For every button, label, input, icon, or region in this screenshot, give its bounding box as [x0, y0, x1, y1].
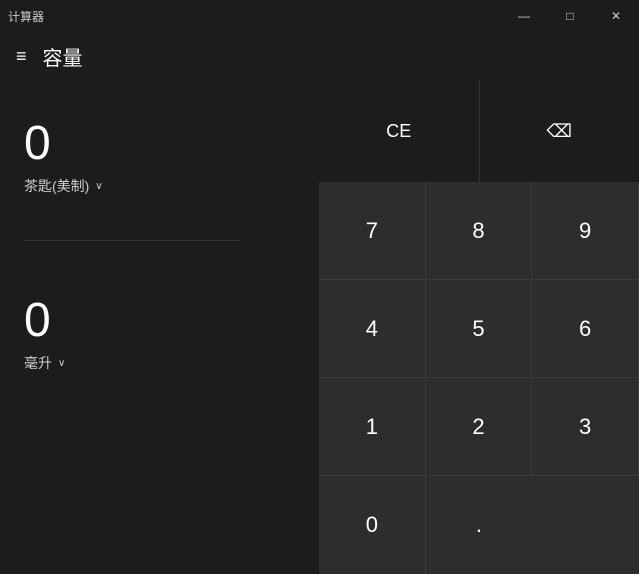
key-9[interactable]: 9 [532, 182, 639, 280]
hamburger-icon[interactable]: ≡ [16, 46, 27, 67]
minimize-button[interactable]: — [501, 0, 547, 32]
output-unit-chevron: ∨ [58, 358, 65, 369]
key-1[interactable]: 1 [319, 378, 426, 476]
key-dot[interactable]: . [426, 476, 533, 574]
title-bar-left: 计算器 [8, 8, 44, 25]
action-row: CE ⌫ [319, 80, 639, 182]
title-bar-controls: — □ ✕ [501, 0, 639, 32]
input-section: 0 茶匙(美制) ∨ [24, 120, 295, 236]
divider [24, 240, 241, 241]
input-unit-chevron: ∨ [95, 181, 102, 192]
main-content: 0 茶匙(美制) ∨ 0 毫升 ∨ CE ⌫ 7 8 9 [0, 80, 639, 574]
numpad: 7 8 9 4 5 6 1 2 3 0 . [319, 182, 639, 574]
key-8[interactable]: 8 [426, 182, 533, 280]
app-header: ≡ 容量 [0, 32, 639, 80]
left-panel: 0 茶匙(美制) ∨ 0 毫升 ∨ [0, 80, 319, 574]
backspace-icon: ⌫ [547, 121, 572, 142]
app-title-bar: 计算器 [8, 8, 44, 25]
key-5[interactable]: 5 [426, 280, 533, 378]
output-unit-selector[interactable]: 毫升 ∨ [24, 353, 295, 373]
key-0[interactable]: 0 [319, 476, 426, 574]
title-bar: 计算器 — □ ✕ [0, 0, 639, 32]
maximize-button[interactable]: □ [547, 0, 593, 32]
key-7[interactable]: 7 [319, 182, 426, 280]
output-value: 0 [24, 297, 295, 345]
close-button[interactable]: ✕ [593, 0, 639, 32]
key-4[interactable]: 4 [319, 280, 426, 378]
app-title: 容量 [43, 42, 83, 71]
key-6[interactable]: 6 [532, 280, 639, 378]
input-value: 0 [24, 120, 295, 168]
input-unit-label: 茶匙(美制) [24, 176, 89, 196]
ce-button[interactable]: CE [319, 80, 480, 182]
key-2[interactable]: 2 [426, 378, 533, 476]
output-unit-label: 毫升 [24, 353, 52, 373]
backspace-button[interactable]: ⌫ [480, 80, 639, 182]
output-section: 0 毫升 ∨ [24, 297, 295, 413]
right-panel: CE ⌫ 7 8 9 4 5 6 1 2 3 0 . [319, 80, 639, 574]
input-unit-selector[interactable]: 茶匙(美制) ∨ [24, 176, 295, 196]
key-3[interactable]: 3 [532, 378, 639, 476]
